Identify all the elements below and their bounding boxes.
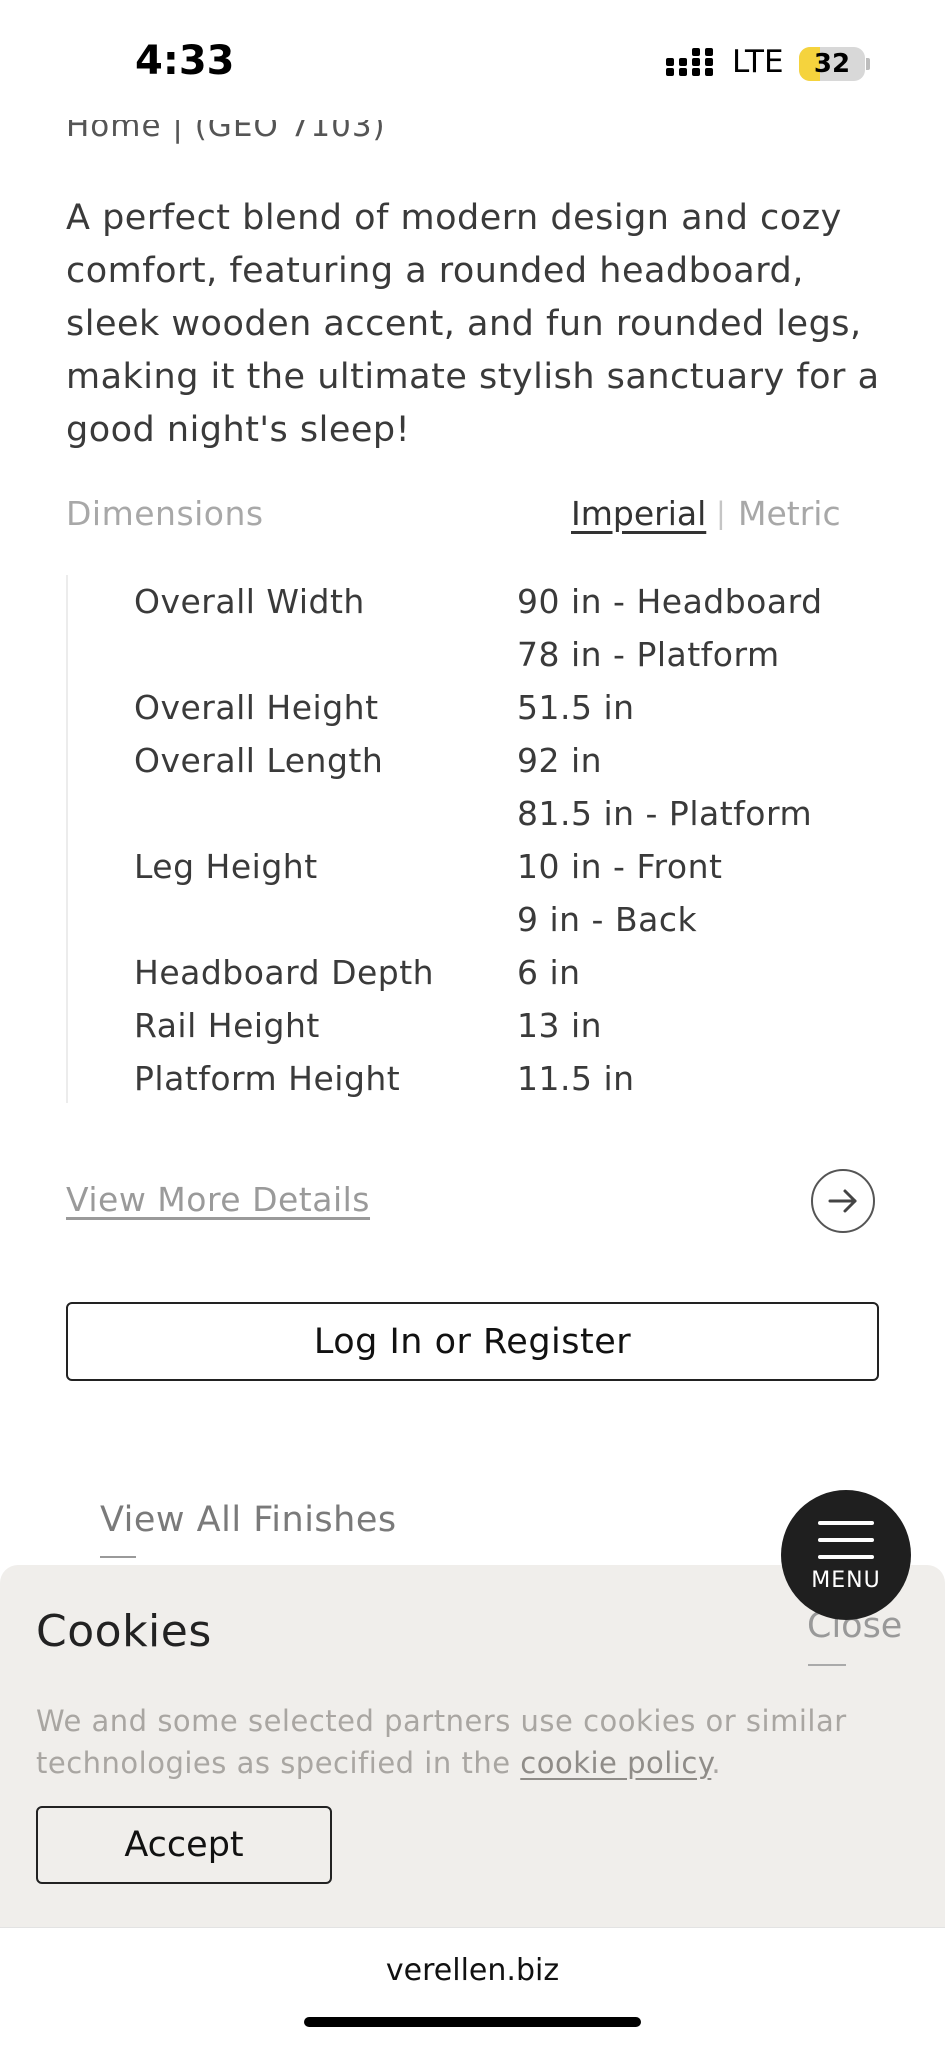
dimension-value: 9 in - Back	[517, 900, 698, 939]
unit-toggle-metric[interactable]: Metric	[738, 494, 841, 533]
hamburger-icon	[818, 1521, 874, 1525]
login-register-button[interactable]: Log In or Register	[66, 1302, 879, 1381]
menu-button[interactable]: MENU	[781, 1490, 911, 1620]
dimension-name: Leg Height	[134, 847, 318, 886]
dimension-value: 81.5 in - Platform	[517, 794, 813, 833]
cookie-close-underline	[808, 1664, 846, 1666]
battery-level: 32	[813, 49, 851, 79]
dimension-value: 6 in	[517, 953, 581, 992]
dimension-name: Overall Width	[134, 582, 365, 621]
dimension-value: 90 in - Headboard	[517, 582, 823, 621]
arrow-right-icon[interactable]	[811, 1169, 875, 1233]
network-type: LTE	[732, 44, 784, 80]
cookie-text: We and some selected partners use cookie…	[36, 1700, 896, 1784]
cookie-policy-link[interactable]: cookie policy	[520, 1746, 711, 1780]
dimensions-heading: Dimensions	[66, 494, 264, 533]
status-time: 4:33	[135, 38, 235, 84]
unit-toggle-imperial[interactable]: Imperial	[571, 494, 706, 533]
battery-cap	[866, 58, 870, 70]
product-description: A perfect blend of modern design and coz…	[66, 198, 880, 450]
dimension-value: 51.5 in	[517, 688, 635, 727]
dimension-value: 78 in - Platform	[517, 635, 780, 674]
home-indicator[interactable]	[304, 2017, 641, 2027]
battery-icon: 32	[799, 47, 865, 81]
dimension-value: 13 in	[517, 1006, 603, 1045]
hamburger-icon-bar	[818, 1555, 874, 1559]
status-bar: 4:33 LTE 32	[0, 0, 945, 120]
hamburger-icon-bar	[818, 1538, 874, 1542]
dimension-name: Overall Height	[134, 688, 379, 727]
dimension-value: 92 in	[517, 741, 603, 780]
accept-cookies-button[interactable]: Accept	[36, 1806, 332, 1884]
dimension-name: Platform Height	[134, 1059, 401, 1098]
dimension-value: 10 in - Front	[517, 847, 723, 886]
dimension-name: Rail Height	[134, 1006, 320, 1045]
menu-label: MENU	[811, 1568, 881, 1593]
cookie-text-body: We and some selected partners use cookie…	[36, 1704, 847, 1780]
cookie-text-end: .	[711, 1746, 722, 1780]
cookie-title: Cookies	[36, 1606, 212, 1657]
dimension-name: Overall Length	[134, 741, 384, 780]
finishes-underline	[100, 1556, 136, 1558]
dimension-value: 11.5 in	[517, 1059, 635, 1098]
browser-bar	[0, 1927, 945, 2049]
dimension-name: Headboard Depth	[134, 953, 435, 992]
unit-separator: |	[716, 496, 726, 530]
dimensions-divider	[66, 575, 68, 1103]
url-text[interactable]: verellen.biz	[0, 1953, 945, 1988]
view-all-finishes-link[interactable]: View All Finishes	[100, 1500, 397, 1540]
view-more-details-link[interactable]: View More Details	[66, 1180, 370, 1219]
